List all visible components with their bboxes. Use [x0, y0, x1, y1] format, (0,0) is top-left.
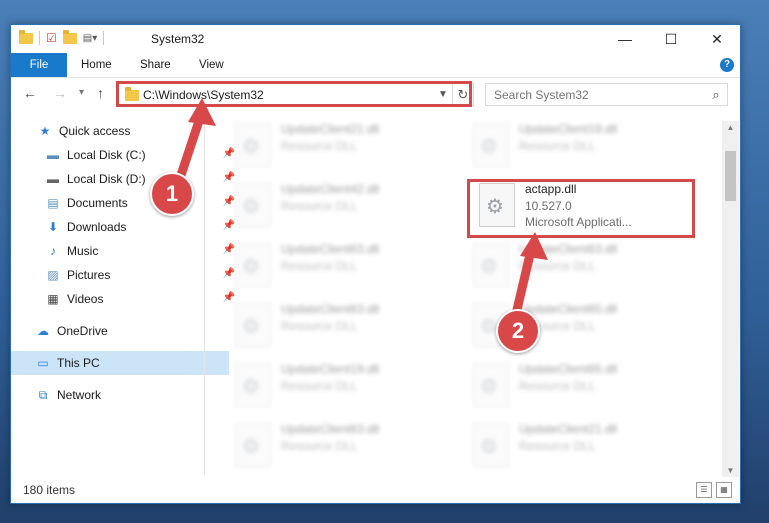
sidebar-item-quick-access[interactable]: ★ Quick access: [11, 119, 231, 143]
details-view-icon[interactable]: ☰: [696, 482, 712, 498]
scroll-up-icon[interactable]: ▲: [722, 123, 739, 132]
customize-toolbar-icon[interactable]: ▤▾: [83, 33, 97, 44]
status-bar: 180 items ☰ ▦: [11, 477, 740, 503]
help-icon[interactable]: ?: [720, 58, 734, 72]
tab-share[interactable]: Share: [140, 53, 171, 77]
forward-button[interactable]: →: [53, 85, 67, 101]
window-title: System32: [151, 32, 205, 46]
dll-file-icon: [235, 183, 271, 227]
folder-icon: [19, 29, 33, 44]
computer-icon: ▭: [37, 356, 49, 370]
file-item-actapp[interactable]: actapp.dll 10.527.0 Microsoft Applicati.…: [475, 179, 695, 233]
file-name: actapp.dll: [525, 182, 577, 196]
navigation-bar: ← → ▾ ↑ C:\Windows\System32 ▼ ↻ ⌕: [11, 78, 740, 108]
file-item[interactable]: UpdateClient21.dllResource DLL: [231, 119, 451, 173]
file-item[interactable]: UpdateClient65.dllResource DLL: [469, 359, 689, 413]
search-icon[interactable]: ⌕: [705, 87, 727, 103]
recent-locations-icon[interactable]: ▾: [79, 87, 84, 98]
explorer-window: ☑ ▤▾ System32 — ☐ ✕ File Home Share View…: [10, 24, 741, 504]
dll-file-icon: [235, 363, 271, 407]
dll-file-icon: [235, 123, 271, 167]
file-item[interactable]: UpdateClient63.dllResource DLL: [469, 239, 689, 293]
minimize-button[interactable]: —: [602, 25, 648, 53]
cloud-icon: ☁: [37, 324, 49, 338]
dll-file-icon: [235, 423, 271, 467]
step-badge-1: 1: [150, 172, 194, 216]
dll-file-icon: [235, 303, 271, 347]
close-button[interactable]: ✕: [694, 25, 740, 53]
window-controls: — ☐ ✕: [602, 25, 740, 53]
drive-icon: ▬: [47, 148, 59, 162]
large-icons-view-icon[interactable]: ▦: [716, 482, 732, 498]
sidebar-item-this-pc[interactable]: ▭ This PC: [11, 351, 229, 375]
file-item[interactable]: UpdateClient19.dllResource DLL: [469, 119, 689, 173]
file-version: 10.527.0: [525, 199, 572, 213]
scrollbar-thumb[interactable]: [725, 151, 736, 201]
download-icon: ⬇: [47, 220, 59, 234]
file-item[interactable]: UpdateClient42.dllResource DLL: [231, 179, 451, 233]
ribbon-tabs: File Home Share View ?: [11, 53, 740, 78]
dll-file-icon: [473, 363, 509, 407]
refresh-icon[interactable]: ↻: [452, 84, 473, 105]
title-bar: ☑ ▤▾ System32 — ☐ ✕: [11, 25, 740, 53]
drive-icon: ▬: [47, 172, 59, 186]
file-description: Microsoft Applicati...: [525, 215, 632, 229]
new-folder-icon[interactable]: [62, 29, 77, 44]
chevron-down-icon[interactable]: ▼: [434, 89, 452, 100]
dll-file-icon: [479, 183, 515, 227]
address-bar[interactable]: C:\Windows\System32 ▼ ↻: [118, 83, 474, 106]
document-icon: ▤: [47, 196, 59, 210]
step-badge-2: 2: [496, 309, 540, 353]
file-item[interactable]: UpdateClient21.dllResource DLL: [469, 419, 689, 473]
item-count: 180 items: [23, 483, 76, 497]
sidebar-item-network[interactable]: ⧉ Network: [11, 383, 229, 407]
file-item[interactable]: UpdateClient63.dllResource DLL: [231, 299, 451, 353]
tab-home[interactable]: Home: [81, 53, 112, 77]
view-toggle: ☰ ▦: [696, 482, 732, 498]
file-item[interactable]: UpdateClient63.dllResource DLL: [231, 239, 451, 293]
properties-icon[interactable]: ☑: [46, 31, 57, 45]
quick-access-toolbar: ☑ ▤▾: [19, 29, 105, 45]
video-icon: ▦: [47, 292, 59, 306]
file-list: UpdateClient21.dllResource DLL UpdateCli…: [221, 113, 721, 475]
search-input[interactable]: [492, 86, 705, 103]
folder-icon: [125, 87, 139, 101]
maximize-button[interactable]: ☐: [648, 25, 694, 53]
vertical-scrollbar[interactable]: ▲ ▼: [722, 121, 739, 477]
star-icon: ★: [39, 124, 51, 138]
back-button[interactable]: ←: [23, 85, 37, 101]
network-icon: ⧉: [38, 387, 48, 402]
dll-file-icon: [473, 243, 509, 287]
dll-file-icon: [235, 243, 271, 287]
sidebar-item-onedrive[interactable]: ☁ OneDrive: [11, 319, 229, 343]
navigation-pane-divider: [204, 119, 205, 475]
tab-file[interactable]: File: [11, 53, 67, 77]
scroll-down-icon[interactable]: ▼: [722, 466, 739, 475]
file-item[interactable]: UpdateClient19.dllResource DLL: [231, 359, 451, 413]
navigation-pane: ★ Quick access ▬ Local Disk (C:) 📌 ▬ Loc…: [11, 113, 235, 475]
tab-view[interactable]: View: [199, 53, 224, 77]
file-item[interactable]: UpdateClient63.dllResource DLL: [231, 419, 451, 473]
address-path[interactable]: C:\Windows\System32: [143, 88, 434, 102]
dll-file-icon: [473, 123, 509, 167]
dll-file-icon: [473, 423, 509, 467]
pictures-icon: ▨: [47, 268, 59, 282]
music-icon: ♪: [50, 244, 56, 258]
up-button[interactable]: ↑: [97, 85, 104, 101]
search-box[interactable]: ⌕: [485, 83, 728, 106]
